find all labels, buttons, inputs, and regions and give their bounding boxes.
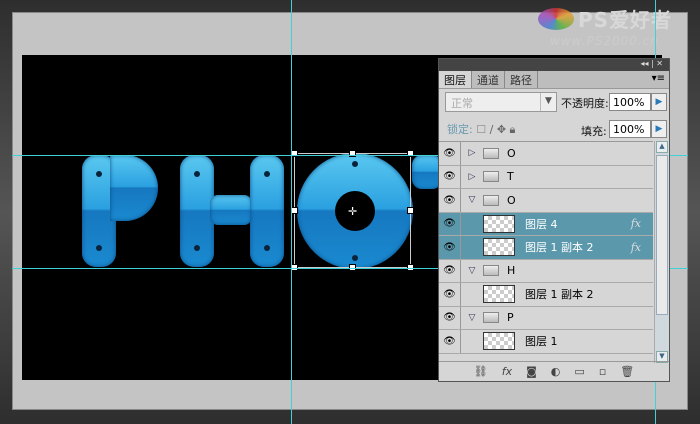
tab-paths[interactable]: 路径 [505,71,538,88]
collapse-triangle-icon[interactable]: ▽ [465,313,479,323]
chevron-down-icon: ▼ [540,93,556,111]
eye-icon[interactable]: 👁︎ [439,283,461,306]
adjustment-icon[interactable]: ◐ [551,365,561,378]
layer-name: 图层 1 副本 2 [525,288,594,302]
layer-thumbnail [483,214,515,233]
link-icon[interactable]: ⛓ [474,365,488,378]
blend-mode-select[interactable]: 正常 ▼ [445,92,557,112]
opacity-slider-button[interactable]: ▶ [651,93,667,111]
layer-name: T [507,170,514,184]
lock-move-icon[interactable]: ✥ [497,123,506,136]
scroll-up-icon[interactable]: ▲ [656,141,668,153]
expand-triangle-icon[interactable]: ▷ [465,172,479,182]
layer-name: H [507,264,516,278]
layer-name: 图层 1 副本 2 [525,241,594,255]
layers-panel: ◂◂ | ✕ 图层 通道 路径 ▾≡ 正常 ▼ 不透明度: 100% ▶ 锁定: … [438,58,670,382]
collapse-icon[interactable]: ◂◂ [640,59,648,68]
fx-icon[interactable]: fx [502,365,512,378]
panel-menu-icon[interactable]: ▾≡ [652,73,665,84]
opacity-label: 不透明度: [561,97,609,110]
layer-group-o-expanded[interactable]: 👁︎ ▽ O [439,189,653,213]
lock-paint-icon[interactable]: ∕ [490,123,494,136]
eye-icon[interactable]: 👁︎ [439,259,461,282]
layers-list: 👁︎ ▷ O 👁︎ ▷ T 👁︎ ▽ O 👁︎ 图层 4 fx 👁︎ 图层 1 副本 2 fx 👁︎… [439,141,653,363]
layer-group-h[interactable]: 👁︎ ▽ H [439,259,653,283]
layer-item-selected[interactable]: 👁︎ 图层 1 副本 2 fx [439,236,653,260]
transform-center-icon[interactable]: ✛ [348,205,357,218]
blend-mode-value: 正常 [451,97,473,110]
layer-name: O [507,146,516,160]
logo-brand: PS爱好者 [578,8,673,32]
eye-icon[interactable]: 👁︎ [439,142,461,165]
scrollbar-thumb[interactable] [656,155,668,315]
layer-name: 图层 1 [525,335,558,349]
logo-swirl-icon [538,8,574,30]
folder-icon [483,312,499,324]
eye-icon[interactable]: 👁︎ [439,236,461,259]
folder-icon [483,194,499,206]
panel-bottom-toolbar: ⛓ fx ◙ ◐ ▭ ▫ 🗑︎ [439,361,669,381]
panel-tabs: 图层 通道 路径 ▾≡ [439,71,669,89]
eye-icon[interactable]: 👁︎ [439,212,461,235]
folder-icon [483,265,499,277]
new-layer-icon[interactable]: ▫ [599,365,606,378]
collapse-triangle-icon[interactable]: ▽ [465,195,479,205]
folder-icon [483,147,499,159]
layer-thumbnail [483,238,515,257]
layers-scrollbar[interactable]: ▲ ▼ [654,141,669,363]
fx-icon[interactable]: fx [631,241,641,254]
logo-url: www.PS2000.cn [550,34,659,48]
fill-label: 填充: [581,125,607,138]
layer-name: P [507,311,514,325]
layer-thumbnail [483,332,515,351]
fx-icon[interactable]: fx [631,217,641,230]
layer-group-t[interactable]: 👁︎ ▷ T [439,165,653,189]
layer-item[interactable]: 👁︎ 图层 1 [439,330,653,354]
eye-icon[interactable]: 👁︎ [439,189,461,212]
layer-item-selected[interactable]: 👁︎ 图层 4 fx [439,212,653,236]
lock-label: 锁定: [447,123,473,136]
trash-icon[interactable]: 🗑︎ [620,365,634,378]
lock-all-icon[interactable]: 🔒︎ [510,123,516,136]
guide-vertical[interactable] [291,0,292,424]
panel-titlebar: ◂◂ | ✕ [439,59,669,71]
mask-icon[interactable]: ◙ [526,365,537,378]
lock-transparent-icon[interactable]: ☐ [476,123,486,136]
lock-row: 锁定: ☐ ∕ ✥ 🔒︎ [447,121,515,137]
layer-thumbnail [483,285,515,304]
eye-icon[interactable]: 👁︎ [439,165,461,188]
new-group-icon[interactable]: ▭ [574,365,584,378]
tab-layers[interactable]: 图层 [439,71,472,88]
eye-icon[interactable]: 👁︎ [439,330,461,353]
fill-input[interactable]: 100% [609,120,651,138]
watermark-logo: PS爱好者 www.PS2000.cn [538,4,698,50]
layer-group-p[interactable]: 👁︎ ▽ P [439,306,653,330]
opacity-input[interactable]: 100% [609,93,651,111]
close-icon[interactable]: ✕ [656,59,663,68]
layer-name: 图层 4 [525,217,558,231]
layer-item[interactable]: 👁︎ 图层 1 副本 2 [439,283,653,307]
folder-icon [483,171,499,183]
expand-triangle-icon[interactable]: ▷ [465,148,479,158]
tab-channels[interactable]: 通道 [472,71,505,88]
eye-icon[interactable]: 👁︎ [439,306,461,329]
layer-name: O [507,193,516,207]
letter-h-bar [210,195,252,225]
layer-group-o[interactable]: 👁︎ ▷ O [439,142,653,166]
collapse-triangle-icon[interactable]: ▽ [465,266,479,276]
fill-slider-button[interactable]: ▶ [651,120,667,138]
letter-p-bowl [110,155,158,221]
